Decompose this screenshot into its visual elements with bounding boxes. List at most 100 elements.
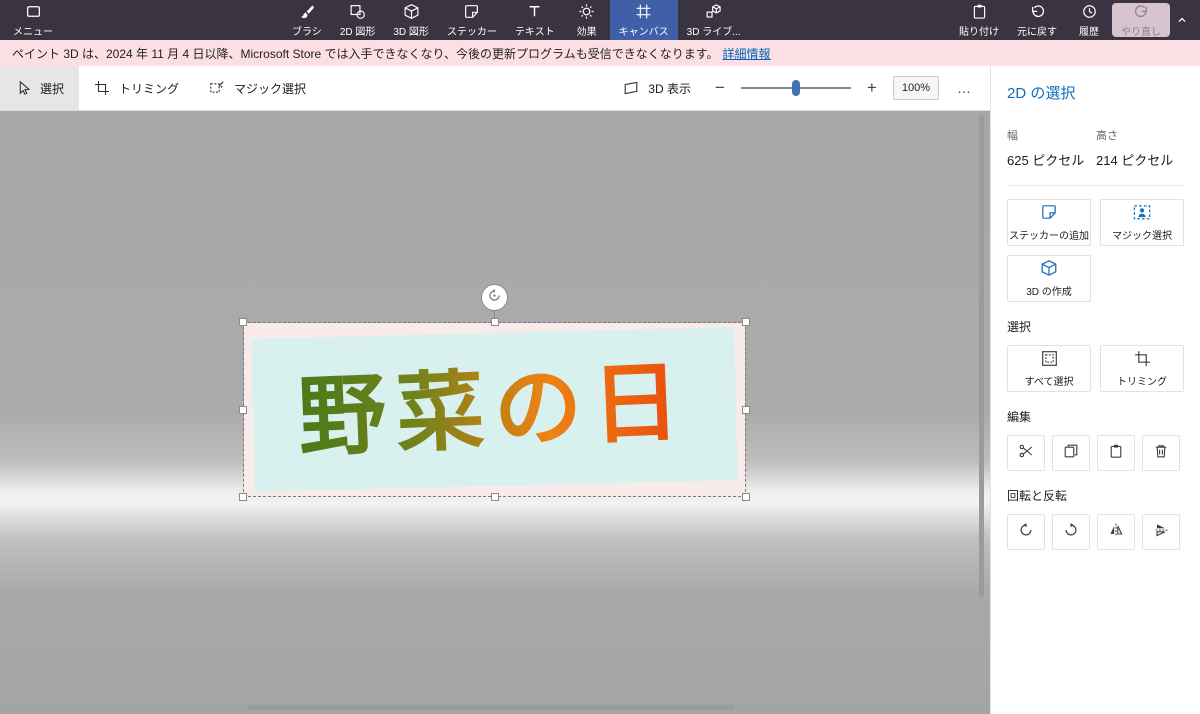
more-options-button[interactable]: … bbox=[951, 80, 978, 96]
copy-button[interactable] bbox=[1052, 435, 1090, 471]
tool-canvas[interactable]: キャンバス bbox=[609, 0, 678, 40]
horizontal-scrollbar-thumb[interactable] bbox=[248, 705, 735, 710]
paste-panel-button[interactable] bbox=[1097, 435, 1135, 471]
tool-label: テキスト bbox=[514, 26, 555, 38]
chevron-up-icon bbox=[1175, 13, 1189, 27]
tool-effects[interactable]: 効果 bbox=[564, 0, 610, 40]
crop-panel-button[interactable]: トリミング bbox=[1100, 345, 1184, 392]
resize-handle-middle-left[interactable] bbox=[239, 406, 247, 414]
tool-label: 3D 図形 bbox=[393, 26, 429, 38]
brush-icon bbox=[298, 3, 315, 20]
copy-icon bbox=[1063, 443, 1079, 464]
tool-label: キャンバス bbox=[618, 26, 669, 38]
vertical-scrollbar-thumb[interactable] bbox=[979, 115, 984, 597]
select-all-icon bbox=[1041, 350, 1058, 370]
tool-brush[interactable]: ブラシ bbox=[283, 0, 331, 40]
crop-icon bbox=[94, 80, 110, 96]
cut-button[interactable] bbox=[1007, 435, 1045, 471]
crop-tool-button[interactable]: トリミング bbox=[79, 66, 194, 110]
select-all-label: すべて選択 bbox=[1024, 376, 1074, 388]
panel-divider bbox=[1007, 185, 1185, 186]
magic-select-person-icon bbox=[1133, 203, 1151, 224]
view-zoom-group: 3D 表示 − + 100% … bbox=[615, 66, 990, 110]
resize-handle-top-middle[interactable] bbox=[491, 318, 499, 326]
zoom-in-button[interactable]: + bbox=[863, 78, 881, 98]
action-label: 貼り付け bbox=[959, 26, 999, 38]
rotate-right-button[interactable] bbox=[1052, 514, 1090, 550]
zoom-out-button[interactable]: − bbox=[711, 78, 729, 98]
select-tool-button[interactable]: 選択 bbox=[0, 66, 80, 110]
resize-handle-bottom-right[interactable] bbox=[742, 493, 750, 501]
flip-horizontal-icon bbox=[1108, 522, 1124, 543]
sticker-object[interactable]: 野菜の日 bbox=[244, 323, 745, 496]
add-sticker-button[interactable]: ステッカーの追加 bbox=[1007, 199, 1091, 246]
resize-handle-bottom-middle[interactable] bbox=[491, 493, 499, 501]
resize-handle-top-right[interactable] bbox=[742, 318, 750, 326]
selection-section-label: 選択 bbox=[1007, 320, 1032, 334]
undo-button[interactable]: 元に戻す bbox=[1008, 0, 1066, 40]
action-label: 履歴 bbox=[1079, 26, 1099, 38]
resize-handle-top-left[interactable] bbox=[239, 318, 247, 326]
flip-horizontal-button[interactable] bbox=[1097, 514, 1135, 550]
3d-view-label: 3D 表示 bbox=[648, 81, 691, 96]
main-area: 選択 トリミング マジック選択 3D 表示 − + 100% … 野菜の日 2D… bbox=[0, 66, 1200, 714]
magic-select-panel-button[interactable]: マジック選択 bbox=[1100, 199, 1184, 246]
resize-handle-bottom-left[interactable] bbox=[239, 493, 247, 501]
redo-icon bbox=[1133, 3, 1150, 20]
editor-column: 選択 トリミング マジック選択 3D 表示 − + 100% … 野菜の日 bbox=[0, 66, 990, 714]
select-all-button[interactable]: すべて選択 bbox=[1007, 345, 1091, 392]
top-toolbar: メニュー ブラシ 2D 図形 3D 図形 ステッカー テキスト 効果 キャンバス… bbox=[0, 0, 1200, 40]
menu-icon bbox=[25, 3, 42, 20]
rotation-handle[interactable] bbox=[481, 284, 508, 311]
tool-3d-library[interactable]: 3D ライブ... bbox=[678, 0, 750, 40]
rotate-ccw-icon bbox=[1018, 522, 1034, 543]
clipboard-icon bbox=[1108, 443, 1124, 464]
tool-text[interactable]: テキスト bbox=[506, 0, 564, 40]
dimensions: 幅 625 ピクセル 高さ 214 ピクセル bbox=[1007, 127, 1185, 169]
rotate-cw-icon bbox=[1063, 522, 1079, 543]
3d-view-button[interactable]: 3D 表示 bbox=[615, 80, 699, 97]
canvas-workspace[interactable]: 野菜の日 bbox=[0, 111, 990, 714]
rotate-icon bbox=[486, 287, 503, 309]
make-3d-button[interactable]: 3D の作成 bbox=[1007, 255, 1091, 302]
crop-panel-icon bbox=[1134, 350, 1151, 370]
paste-button[interactable]: 貼り付け bbox=[950, 0, 1008, 40]
flip-vertical-button[interactable] bbox=[1142, 514, 1180, 550]
height-label: 高さ bbox=[1096, 130, 1118, 142]
zoom-slider[interactable] bbox=[740, 78, 851, 98]
tool-label: 効果 bbox=[576, 26, 597, 38]
banner-message: ペイント 3D は、2024 年 11 月 4 日以降、Microsoft St… bbox=[12, 46, 719, 61]
selection-box[interactable]: 野菜の日 bbox=[239, 318, 750, 501]
canvas-icon bbox=[635, 3, 652, 20]
flip-vertical-icon bbox=[1153, 522, 1169, 543]
resize-handle-middle-right[interactable] bbox=[742, 406, 750, 414]
delete-button[interactable] bbox=[1142, 435, 1180, 471]
tool-3d-shapes[interactable]: 3D 図形 bbox=[384, 0, 438, 40]
tool-label: ステッカー bbox=[446, 26, 497, 38]
paste-icon bbox=[971, 3, 988, 20]
3d-library-icon bbox=[705, 3, 722, 20]
menu-button[interactable]: メニュー bbox=[4, 0, 62, 40]
cursor-pointer-icon bbox=[15, 80, 31, 96]
history-clock-icon bbox=[1081, 3, 1098, 20]
selection-toolbar: 選択 トリミング マジック選択 3D 表示 − + 100% … bbox=[0, 66, 990, 111]
cube-3d-icon bbox=[1040, 259, 1058, 280]
rotate-left-button[interactable] bbox=[1007, 514, 1045, 550]
crop-panel-label: トリミング bbox=[1117, 376, 1167, 388]
redo-button[interactable]: やり直し bbox=[1112, 3, 1170, 38]
add-sticker-icon bbox=[1040, 203, 1058, 224]
banner-learn-more-link[interactable]: 詳細情報 bbox=[723, 45, 771, 62]
width-value: 625 ピクセル bbox=[1007, 153, 1085, 168]
height-value: 214 ピクセル bbox=[1096, 153, 1174, 168]
tool-2d-shapes[interactable]: 2D 図形 bbox=[331, 0, 385, 40]
crop-tool-label: トリミング bbox=[119, 81, 180, 96]
trash-icon bbox=[1153, 443, 1169, 464]
zoom-slider-thumb[interactable] bbox=[791, 80, 800, 96]
zoom-level-value[interactable]: 100% bbox=[892, 76, 939, 100]
tool-stickers[interactable]: ステッカー bbox=[438, 0, 506, 40]
collapse-ribbon-button[interactable] bbox=[1168, 0, 1196, 40]
scissors-icon bbox=[1018, 443, 1034, 464]
history-button[interactable]: 履歴 bbox=[1066, 0, 1112, 40]
menu-label: メニュー bbox=[13, 26, 53, 38]
magic-select-tool-button[interactable]: マジック選択 bbox=[194, 66, 321, 110]
